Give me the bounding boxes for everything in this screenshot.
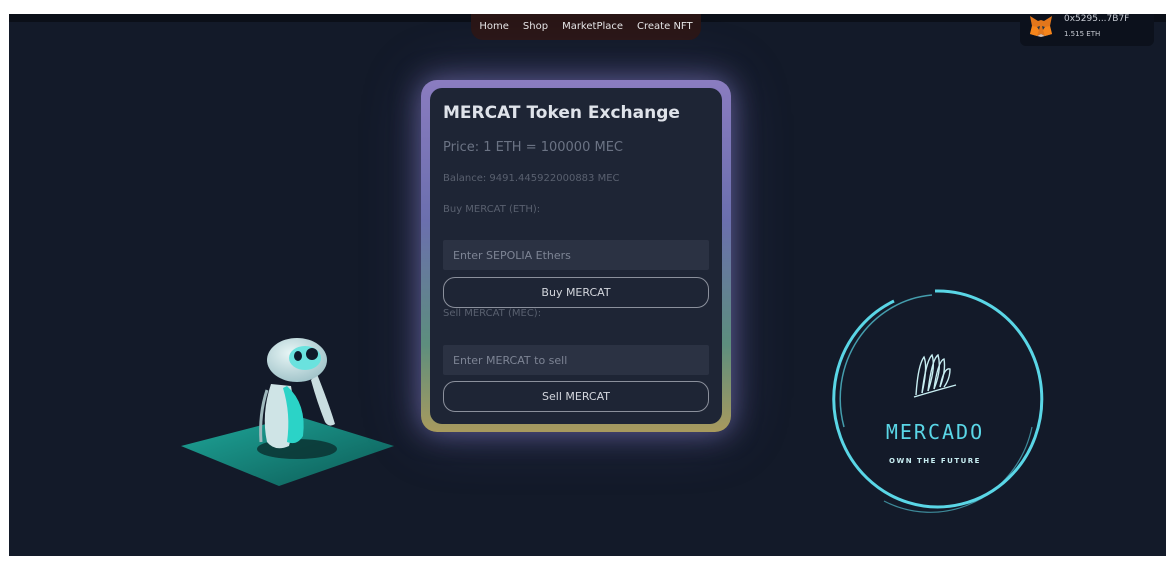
brand-tagline: OWN THE FUTURE: [889, 457, 981, 465]
exchange-card: MERCAT Token Exchange Price: 1 ETH = 100…: [430, 88, 722, 424]
brand-name: MERCADO: [886, 420, 984, 444]
buy-mercat-button[interactable]: Buy MERCAT: [443, 277, 709, 308]
buy-label: Buy MERCAT (ETH):: [443, 204, 541, 215]
wallet-address: 0x5295...7B7F: [1064, 14, 1130, 24]
balance-text: Balance: 9491.445922000883 MEC: [443, 173, 620, 184]
robot-illustration: [181, 338, 394, 486]
sell-mercat-button[interactable]: Sell MERCAT: [443, 381, 709, 412]
buy-amount-input[interactable]: [443, 240, 709, 270]
nav-home[interactable]: Home: [479, 21, 509, 32]
mercado-logo: MERCADO OWN THE FUTURE: [832, 289, 1044, 513]
top-nav: Home Shop MarketPlace Create NFT: [471, 14, 701, 40]
wallet-widget[interactable]: 0x5295...7B7F 1.515 ETH: [1020, 14, 1154, 46]
metamask-fox-icon: [1030, 16, 1052, 37]
nav-marketplace[interactable]: MarketPlace: [562, 21, 623, 32]
exchange-title: MERCAT Token Exchange: [443, 103, 680, 123]
wallet-balance: 1.515 ETH: [1064, 30, 1101, 38]
price-text: Price: 1 ETH = 100000 MEC: [443, 140, 623, 155]
nav-shop[interactable]: Shop: [523, 21, 548, 32]
sell-label: Sell MERCAT (MEC):: [443, 308, 542, 319]
nav-create-nft[interactable]: Create NFT: [637, 21, 693, 32]
sell-amount-input[interactable]: [443, 345, 709, 375]
